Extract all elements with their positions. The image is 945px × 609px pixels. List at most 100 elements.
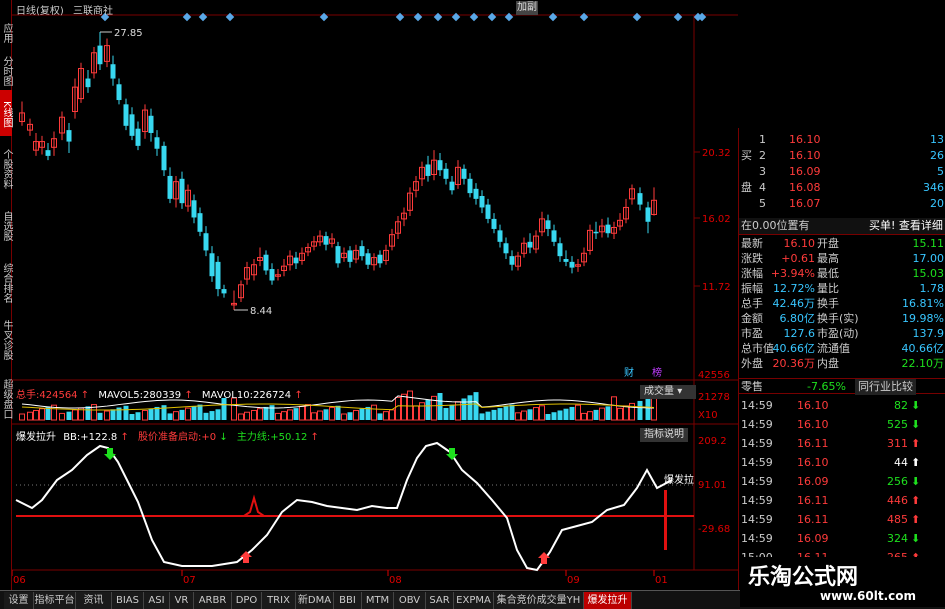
left-tab-6[interactable]: 牛叉诊股 [0,314,12,364]
event-diamond[interactable] [182,12,192,22]
volume-bar [123,405,129,420]
volume-bar [413,405,419,421]
left-tab-4[interactable]: 自选股 [0,200,12,250]
volume-bar [33,409,39,421]
left-tab-0[interactable]: 应用 [0,14,12,50]
bottom-tab-1[interactable]: 指标平台 [34,592,76,609]
tick-volume: 311 [887,437,908,450]
event-diamond[interactable] [433,12,443,22]
volume-bar [377,413,383,420]
candle-body [161,145,167,171]
stat-label: 涨幅 [741,267,763,280]
bottom-tab-2[interactable]: 资讯 [76,592,112,609]
volume-bar [425,399,431,420]
event-diamond[interactable] [451,12,461,22]
bottom-tab-8[interactable]: TRIX [262,592,296,609]
volume-bar [645,398,651,420]
tick-time: 14:59 [741,399,773,412]
event-diamond[interactable] [469,12,479,22]
event-diamond[interactable] [632,12,642,22]
event-diamond[interactable] [487,12,497,22]
bid-row: 1 16.10 13 [739,132,945,148]
event-diamond[interactable] [673,12,683,22]
volume-bar [371,404,377,421]
bb-line [15,441,673,572]
finance-badge[interactable]: 财 [624,366,634,379]
bottom-tab-6[interactable]: ARBR [194,592,232,609]
bottom-tab-0[interactable]: 设置 [4,592,34,609]
left-tab-3[interactable]: 个股资料 [0,140,12,196]
volume-bar [161,405,167,420]
bottom-tab-9[interactable]: 新DMA [296,592,334,609]
bottom-tab-11[interactable]: MTM [362,592,394,609]
candle-body [365,253,371,265]
volume-bar [293,408,299,420]
bottom-tab-15[interactable]: 集合竞价成交量YH [494,592,584,609]
candle-body [293,257,299,264]
event-diamond[interactable] [395,12,405,22]
left-tab-2[interactable]: K线图 [0,90,12,136]
bottom-tab-3[interactable]: BIAS [112,592,144,609]
stat-value-2: 22.10万 [901,357,945,370]
event-diamond[interactable] [579,12,589,22]
volume-bar [503,406,509,420]
x-axis-label: 09 [567,575,580,586]
volume-tick-label: 42556 [698,370,730,381]
stat-value: 20.36万 [772,357,816,370]
bottom-tab-14[interactable]: EXPMA [454,592,494,609]
event-diamond[interactable] [548,12,558,22]
stat-row: 外盘 20.36万 内盘 22.10万 [739,356,945,372]
bottom-tab-4[interactable]: ASI [144,592,170,609]
sector-compare-button[interactable]: 同行业比较 [855,379,916,395]
bottom-tab-12[interactable]: OBV [394,592,426,609]
stat-label-2: 量比 [817,282,839,295]
volume-bar [179,409,185,420]
trade-tick-row: 14:59 16.11 485 ⬆ [739,512,945,528]
volume-button[interactable]: 成交量 ▾ [640,385,696,399]
volume-bar [66,411,72,420]
bottom-tab-13[interactable]: SAR [426,592,454,609]
event-diamond[interactable] [319,12,329,22]
volume-bar [593,409,599,420]
low-label: 8.44 [250,306,272,317]
bottom-tab-7[interactable]: DPO [232,592,262,609]
bottom-tab-16[interactable]: 爆发拉升 [584,592,632,609]
stat-row: 涨跌 +0.61 最高 17.00 [739,251,945,267]
event-diamond[interactable] [504,12,514,22]
candle-body [197,213,203,232]
event-diamond[interactable] [225,12,235,22]
volume-bar [305,404,311,421]
buy-order-link[interactable]: 买单! 查看详细 [869,218,943,234]
tick-volume: 82 [894,399,908,412]
candle-body [123,104,129,126]
arrow-up-icon: ⬆ [911,437,921,450]
tick-time: 14:59 [741,513,773,526]
stat-value: 12.72% [773,282,815,295]
event-badge[interactable]: 榜 [652,366,662,379]
event-diamond[interactable] [413,12,423,22]
indicator-tick-label: 209.2 [698,436,727,447]
event-diamond[interactable] [198,12,208,22]
stat-row: 最新 16.10 开盘 15.11 [739,236,945,252]
stat-value-2: 15.03 [912,267,945,280]
kline-chart-area[interactable]: 20.32 16.02 11.72 27.85 8.44 财 榜 42556 21278 X10 2… [12,0,738,590]
left-tab-1[interactable]: 分时图 [0,52,12,88]
bid-level: 5 [759,197,766,210]
indicator-help-button[interactable]: 指标说明 [640,428,688,442]
bid-volume: 5 [937,165,944,178]
stat-label-2: 内盘 [817,357,839,370]
watermark-url: www.60lt.com [820,589,917,603]
volume-bar [231,397,237,421]
stat-row: 金额 6.80亿 换手(实) 19.98% [739,311,945,327]
left-tab-5[interactable]: 综合排名 [0,254,12,310]
order-info-row: 在0.00位置有 买单! 查看详细 [739,218,945,234]
bottom-tab-10[interactable]: BBI [334,592,362,609]
stat-value: +3.94% [770,267,815,280]
left-tab-7[interactable]: 超级盘口 [0,368,12,428]
tick-price: 16.10 [797,418,829,431]
bottom-tab-5[interactable]: VR [170,592,194,609]
add-pane-button[interactable]: 加副 [516,1,538,15]
stat-label: 市盈 [741,327,763,340]
candle-body [191,200,197,218]
period-label: 日线(复权) [16,6,64,17]
